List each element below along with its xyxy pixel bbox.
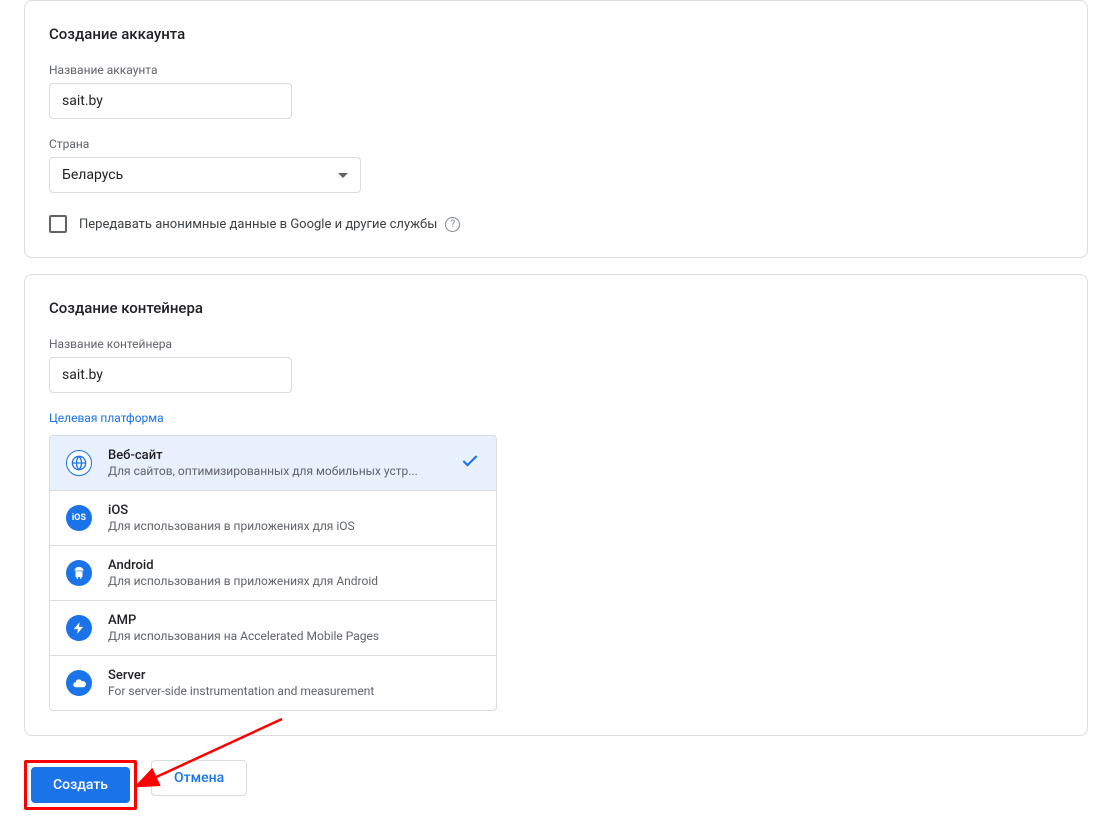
container-card-title: Создание контейнера <box>49 299 1063 317</box>
account-card-title: Создание аккаунта <box>49 25 1063 43</box>
target-platform-label: Целевая платформа <box>49 411 1063 425</box>
country-select[interactable]: Беларусь <box>49 157 361 193</box>
ios-icon: iOS <box>66 505 92 531</box>
container-name-label: Название контейнера <box>49 337 1063 351</box>
account-name-input[interactable] <box>49 83 292 119</box>
lightning-icon <box>66 615 92 641</box>
cloud-icon <box>66 670 92 696</box>
account-creation-card: Создание аккаунта Название аккаунта Стра… <box>24 0 1088 258</box>
container-name-input[interactable] <box>49 357 292 393</box>
platform-desc: Для использования в приложениях для iOS <box>108 519 480 533</box>
container-creation-card: Создание контейнера Название контейнера … <box>24 274 1088 736</box>
platform-item-server[interactable]: Server For server-side instrumentation a… <box>50 656 496 710</box>
platform-title: AMP <box>108 613 480 628</box>
help-icon[interactable]: ? <box>445 217 460 232</box>
share-data-label: Передавать анонимные данные в Google и д… <box>79 217 460 232</box>
platform-title: Веб-сайт <box>108 448 436 463</box>
cancel-button[interactable]: Отмена <box>151 760 247 796</box>
chevron-down-icon <box>338 173 348 178</box>
globe-icon <box>66 450 92 476</box>
account-name-label: Название аккаунта <box>49 63 1063 77</box>
share-data-checkbox[interactable] <box>49 215 67 233</box>
platform-item-amp[interactable]: AMP Для использования на Accelerated Mob… <box>50 601 496 656</box>
platform-desc: Для использования в приложениях для Andr… <box>108 574 480 588</box>
create-button[interactable]: Создать <box>31 767 130 803</box>
country-label: Страна <box>49 137 1063 151</box>
platform-item-android[interactable]: Android Для использования в приложениях … <box>50 546 496 601</box>
platform-item-ios[interactable]: iOS iOS Для использования в приложениях … <box>50 491 496 546</box>
platform-desc: For server-side instrumentation and meas… <box>108 684 480 698</box>
platform-title: Server <box>108 668 480 683</box>
check-icon <box>460 451 480 475</box>
platform-title: iOS <box>108 503 480 518</box>
platform-item-web[interactable]: Веб-сайт Для сайтов, оптимизированных дл… <box>50 436 496 491</box>
android-icon <box>66 560 92 586</box>
platform-list: Веб-сайт Для сайтов, оптимизированных дл… <box>49 435 497 711</box>
platform-title: Android <box>108 558 480 573</box>
country-select-value: Беларусь <box>62 167 123 183</box>
platform-desc: Для использования на Accelerated Mobile … <box>108 629 480 643</box>
platform-desc: Для сайтов, оптимизированных для мобильн… <box>108 464 436 478</box>
annotation-highlight: Создать <box>24 760 137 810</box>
